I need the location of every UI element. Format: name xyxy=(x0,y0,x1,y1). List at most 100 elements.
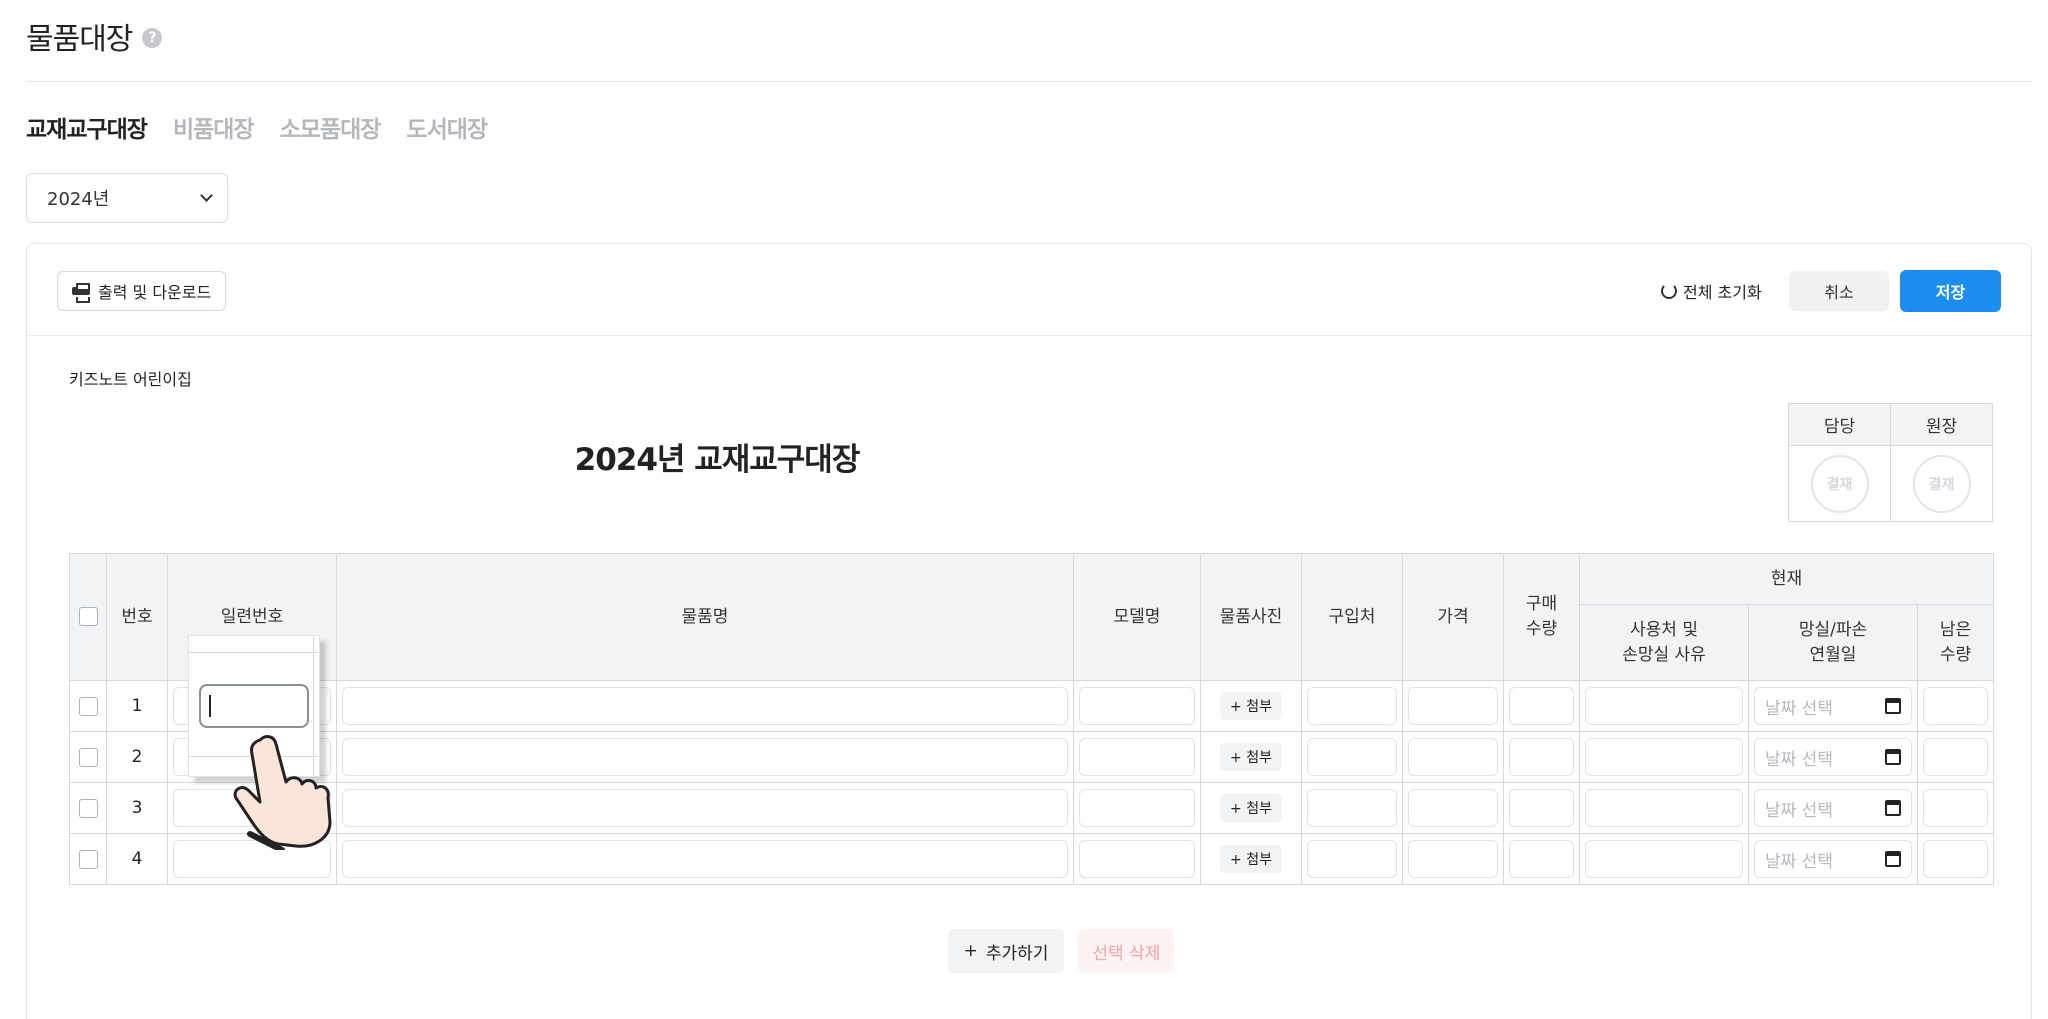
price-cell xyxy=(1402,833,1504,885)
vendor-cell xyxy=(1301,731,1403,783)
photo-cell: + 첨부 xyxy=(1200,833,1302,885)
remaining-qty-cell xyxy=(1916,833,1995,885)
save-button[interactable]: 저장 xyxy=(1900,270,2001,312)
loss-date-picker[interactable]: 날짜 선택 xyxy=(1754,789,1912,827)
model-input[interactable] xyxy=(1079,789,1195,827)
loss-date-cell: 날짜 선택 xyxy=(1748,680,1918,732)
attach-photo-button[interactable]: + 첨부 xyxy=(1220,743,1282,771)
price-input[interactable] xyxy=(1408,840,1498,878)
header-current: 현재 xyxy=(1578,553,1995,605)
row-checkbox-cell xyxy=(69,833,107,885)
row-checkbox-cell xyxy=(69,731,107,783)
remaining-qty-cell xyxy=(1916,782,1995,834)
approval-header-director: 원장 xyxy=(1890,403,1993,446)
date-placeholder: 날짜 선택 xyxy=(1765,698,1833,719)
purchase-qty-input[interactable] xyxy=(1509,738,1574,776)
reset-all-label: 전체 초기화 xyxy=(1683,283,1762,302)
tab-book-ledger[interactable]: 도서대장 xyxy=(406,110,488,144)
vendor-cell xyxy=(1301,833,1403,885)
model-input[interactable] xyxy=(1079,738,1195,776)
approval-stamp[interactable]: 결재 xyxy=(1912,454,1971,513)
model-cell xyxy=(1073,680,1201,732)
vendor-input[interactable] xyxy=(1307,789,1397,827)
plus-icon: + xyxy=(963,941,978,961)
year-select[interactable]: 2024년 xyxy=(26,173,228,223)
vendor-cell xyxy=(1301,782,1403,834)
cancel-button[interactable]: 취소 xyxy=(1789,271,1889,311)
row-checkbox[interactable] xyxy=(78,798,98,818)
text-caret xyxy=(209,695,211,717)
loss-date-picker[interactable]: 날짜 선택 xyxy=(1754,840,1912,878)
purchase-qty-cell xyxy=(1503,680,1580,732)
purchase-qty-input[interactable] xyxy=(1509,840,1574,878)
tab-equipment-ledger[interactable]: 비품대장 xyxy=(173,110,255,144)
loss-date-picker[interactable]: 날짜 선택 xyxy=(1754,738,1912,776)
vendor-input[interactable] xyxy=(1307,738,1397,776)
question-circle-icon[interactable]: ? xyxy=(142,28,163,48)
header-purchase-qty: 구매 수량 xyxy=(1503,553,1580,681)
tab-textbook-ledger[interactable]: 교재교구대장 xyxy=(26,110,148,144)
usage-input[interactable] xyxy=(1585,687,1743,725)
table-row: 3 + 첨부 날짜 선택 xyxy=(69,782,1995,834)
attach-photo-button[interactable]: + 첨부 xyxy=(1220,794,1282,822)
row-number: 2 xyxy=(106,731,168,783)
remaining-qty-input[interactable] xyxy=(1923,738,1989,776)
usage-input[interactable] xyxy=(1585,840,1743,878)
price-input[interactable] xyxy=(1408,687,1498,725)
model-input[interactable] xyxy=(1079,840,1195,878)
purchase-qty-input[interactable] xyxy=(1509,789,1574,827)
purchase-qty-input[interactable] xyxy=(1509,687,1574,725)
photo-cell: + 첨부 xyxy=(1200,782,1302,834)
approval-cell-director: 결재 xyxy=(1890,445,1993,522)
reset-all-button[interactable]: 전체 초기화 xyxy=(1661,276,1762,306)
add-row-label: 추가하기 xyxy=(985,943,1049,964)
tab-consumables-ledger[interactable]: 소모품대장 xyxy=(280,110,382,144)
attach-photo-button[interactable]: + 첨부 xyxy=(1220,692,1282,720)
purchase-qty-cell xyxy=(1503,782,1580,834)
zoom-gridline xyxy=(189,652,319,653)
item-name-input[interactable] xyxy=(342,840,1068,878)
item-name-input[interactable] xyxy=(342,789,1068,827)
print-download-button[interactable]: 출력 및 다운로드 xyxy=(57,271,227,311)
date-placeholder: 날짜 선택 xyxy=(1765,800,1833,821)
document-title: 2024년 교재교구대장 xyxy=(574,442,861,478)
vendor-cell xyxy=(1301,680,1403,732)
price-input[interactable] xyxy=(1408,738,1498,776)
price-input[interactable] xyxy=(1408,789,1498,827)
row-checkbox[interactable] xyxy=(78,696,98,716)
header-remaining-qty: 남은 수량 xyxy=(1916,604,1995,681)
hand-pointer-icon xyxy=(233,735,332,850)
serial-input-focused[interactable] xyxy=(199,684,309,728)
approval-stamp[interactable]: 결재 xyxy=(1810,454,1869,513)
item-name-input[interactable] xyxy=(342,687,1068,725)
loss-date-picker[interactable]: 날짜 선택 xyxy=(1754,687,1912,725)
ledger-panel: 출력 및 다운로드 전체 초기화 취소 저장 키즈노트 어린이집 2024년 교… xyxy=(26,243,2032,1019)
remaining-qty-input[interactable] xyxy=(1923,687,1989,725)
purchase-qty-cell xyxy=(1503,731,1580,783)
delete-selected-button[interactable]: 선택 삭제 xyxy=(1078,929,1175,973)
item-name-input[interactable] xyxy=(342,738,1068,776)
calendar-icon xyxy=(1885,749,1901,765)
add-row-button[interactable]: + 추가하기 xyxy=(947,929,1065,973)
row-checkbox[interactable] xyxy=(78,849,98,869)
header-photo: 물품사진 xyxy=(1200,553,1302,681)
header-no: 번호 xyxy=(106,553,168,681)
header-price: 가격 xyxy=(1402,553,1504,681)
photo-cell: + 첨부 xyxy=(1200,731,1302,783)
usage-input[interactable] xyxy=(1585,789,1743,827)
vendor-input[interactable] xyxy=(1307,687,1397,725)
row-number: 3 xyxy=(106,782,168,834)
ledger-table: 번호 일련번호 물품명 모델명 물품사진 구입처 가격 구매 수량 현재 사용처… xyxy=(69,553,1995,885)
row-checkbox[interactable] xyxy=(78,747,98,767)
select-all-checkbox[interactable] xyxy=(78,607,98,626)
header-item-name: 물품명 xyxy=(336,553,1074,681)
org-name: 키즈노트 어린이집 xyxy=(69,370,192,389)
remaining-qty-input[interactable] xyxy=(1923,789,1989,827)
price-cell xyxy=(1402,680,1504,732)
vendor-input[interactable] xyxy=(1307,840,1397,878)
remaining-qty-input[interactable] xyxy=(1923,840,1989,878)
attach-photo-button[interactable]: + 첨부 xyxy=(1220,845,1282,873)
table-row: 4 + 첨부 날짜 선택 xyxy=(69,833,1995,885)
model-input[interactable] xyxy=(1079,687,1195,725)
usage-input[interactable] xyxy=(1585,738,1743,776)
